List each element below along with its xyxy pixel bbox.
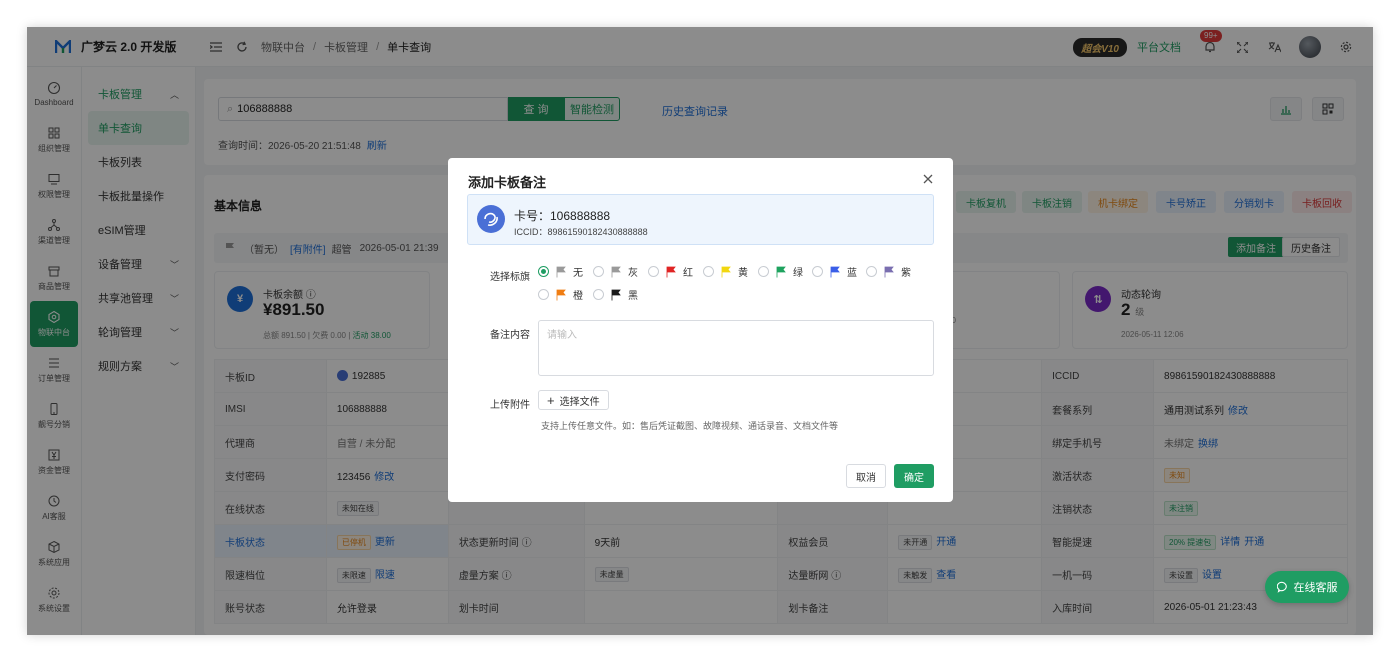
radio-button[interactable] [538,266,549,277]
flag-option-label: 紫 [901,268,911,279]
flag-icon [830,266,840,277]
choose-file-button[interactable]: + 选择文件 [538,390,609,410]
upload-label: 上传附件 [490,400,530,411]
operator-logo-icon [477,205,505,233]
radio-button[interactable] [593,266,604,277]
flag-option-label: 无 [573,268,583,279]
flag-icon [666,266,676,277]
plus-icon: + [547,392,555,408]
radio-button[interactable] [648,266,659,277]
card-iccid: ICCID：89861590182430888888 [514,227,648,237]
flag-option[interactable]: 紫 [866,264,911,279]
flag-option[interactable]: 蓝 [812,264,857,279]
radio-button[interactable] [703,266,714,277]
flag-label: 选择标旗 [490,272,530,283]
flag-option[interactable]: 橙 [538,287,583,302]
app-window: 广梦云 2.0 开发版 物联中台 / 卡板管理 / 单卡查询 超会V10 平台文… [27,27,1373,635]
confirm-button[interactable]: 确定 [894,464,934,488]
cancel-button[interactable]: 取消 [846,464,886,488]
flag-icon [884,266,894,277]
flag-option-label: 灰 [628,268,638,279]
radio-button[interactable] [812,266,823,277]
flag-option-label: 橙 [573,291,583,302]
flag-option[interactable]: 黄 [703,264,748,279]
radio-button[interactable] [593,289,604,300]
flag-icon [556,266,566,277]
flag-option[interactable]: 无 [538,264,583,279]
radio-button[interactable] [866,266,877,277]
radio-button[interactable] [538,289,549,300]
upload-hint: 支持上传任意文件。如：售后凭证截图、故障视频、通话录音、文档文件等 [541,421,839,431]
card-number: 卡号：106888888 [514,209,611,223]
flag-option[interactable]: 红 [648,264,693,279]
close-icon[interactable] [921,172,935,186]
flag-option-label: 黄 [738,268,748,279]
flag-option[interactable]: 黑 [593,287,638,302]
flag-option-label: 绿 [793,268,803,279]
content-label: 备注内容 [490,330,530,341]
remark-textarea[interactable]: 请输入 [538,320,934,376]
online-service-button[interactable]: 在线客服 [1265,571,1349,603]
card-info-banner: 卡号：106888888 ICCID：89861590182430888888 [467,194,934,245]
flag-option-label: 黑 [628,291,638,302]
flag-icon [611,266,621,277]
flag-icon [776,266,786,277]
flag-icon [611,289,621,300]
dialog-title: 添加卡板备注 [468,175,547,190]
chat-bubble-icon [1276,581,1287,593]
flag-option[interactable]: 灰 [593,264,638,279]
radio-button[interactable] [758,266,769,277]
flag-option[interactable]: 绿 [758,264,803,279]
flag-icon [556,289,566,300]
flag-option-label: 红 [683,268,693,279]
add-remark-dialog: 添加卡板备注 卡号：106888888 ICCID：89861590182430… [448,158,953,502]
flag-icon [721,266,731,277]
flag-option-label: 蓝 [847,268,857,279]
